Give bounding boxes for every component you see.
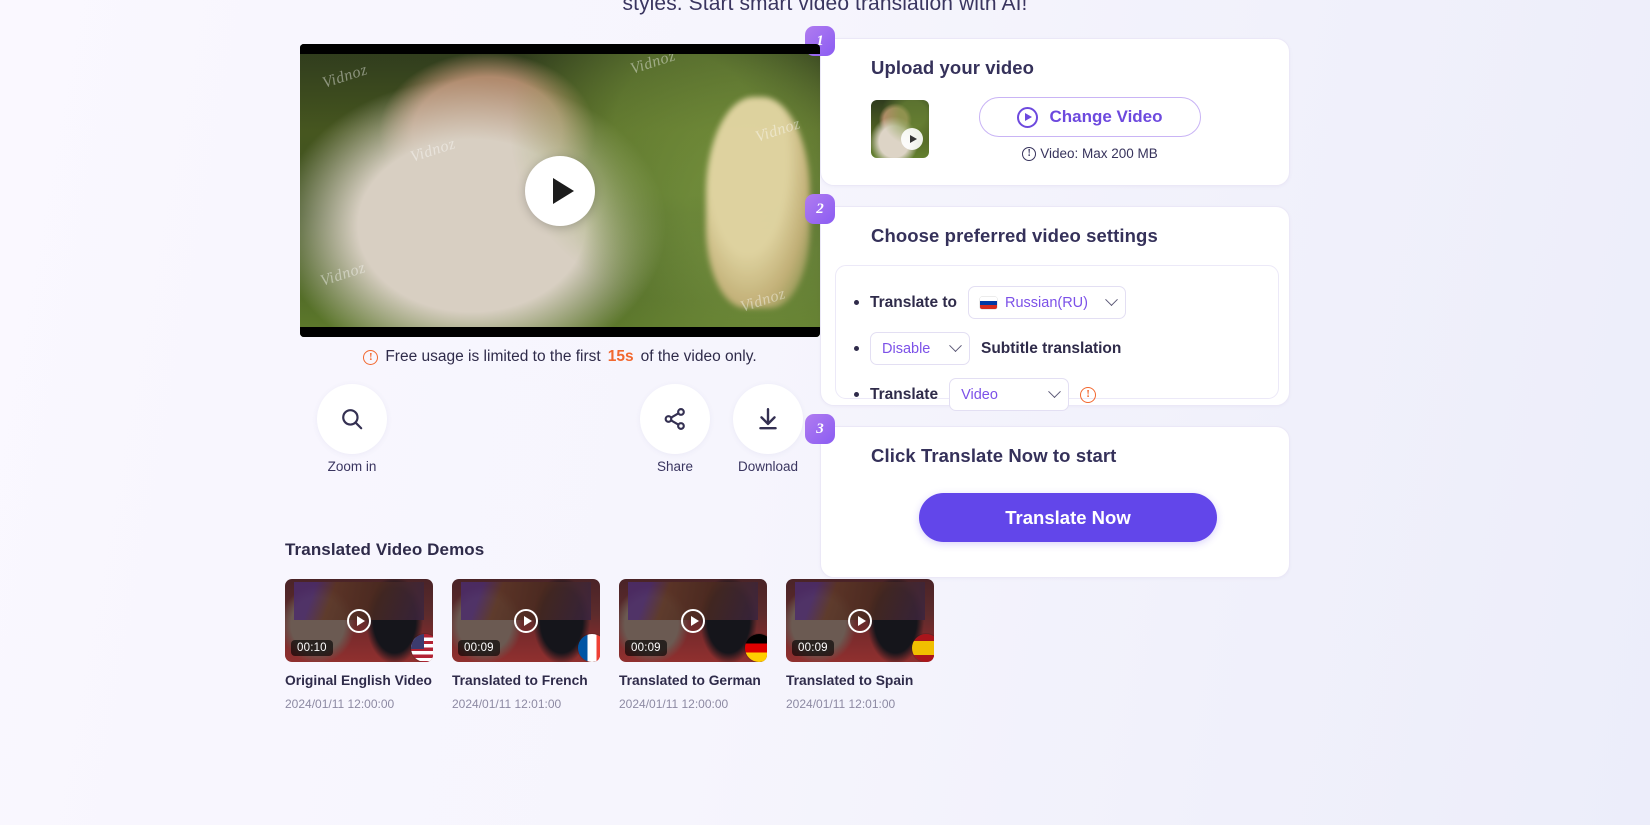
change-video-button[interactable]: Change Video bbox=[979, 97, 1201, 137]
change-video-column: Change Video ! Video: Max 200 MB bbox=[951, 97, 1265, 161]
play-icon[interactable] bbox=[681, 608, 705, 633]
zoom-in-button[interactable]: Zoom in bbox=[314, 384, 390, 474]
share-icon bbox=[640, 384, 710, 454]
translate-mode-row: Translate Video ! bbox=[854, 378, 1278, 411]
share-label: Share bbox=[656, 459, 694, 474]
limit-duration: 15s bbox=[607, 348, 634, 365]
demo-thumbnail[interactable]: 00:09 bbox=[619, 579, 767, 662]
translate-mode-select[interactable]: Video bbox=[949, 378, 1070, 411]
magnifier-icon bbox=[317, 384, 387, 454]
demo-thumbnail[interactable]: 00:09 bbox=[786, 579, 934, 662]
limit-suffix: of the video only. bbox=[640, 348, 757, 365]
demo-duration: 00:09 bbox=[792, 640, 834, 656]
demo-thumbnail[interactable]: 00:10 bbox=[285, 579, 433, 662]
step-2-badge: 2 bbox=[805, 194, 835, 224]
flag-icon-fr bbox=[578, 634, 600, 662]
demo-title: Translated to German bbox=[619, 673, 761, 688]
play-icon[interactable] bbox=[525, 155, 595, 226]
chevron-down-icon bbox=[949, 339, 962, 353]
subtitle-row: Disable Subtitle translation bbox=[854, 332, 1278, 365]
demo-duration: 00:09 bbox=[458, 640, 500, 656]
info-icon[interactable]: ! bbox=[1080, 386, 1097, 403]
info-icon: ! bbox=[363, 349, 379, 365]
play-icon bbox=[1017, 106, 1039, 128]
bullet-icon bbox=[854, 346, 859, 351]
translate-to-row: Translate to Russian(RU) bbox=[854, 286, 1278, 319]
flag-icon-de bbox=[745, 634, 767, 662]
demo-date: 2024/01/11 12:01:00 bbox=[786, 697, 896, 711]
page-root: styles. Start smart video translation wi… bbox=[0, 0, 1650, 825]
step-3-badge: 3 bbox=[805, 414, 835, 444]
step-3-card: 3 Click Translate Now to start Translate… bbox=[805, 414, 1290, 578]
demo-date: 2024/01/11 12:00:00 bbox=[619, 697, 729, 711]
video-actions: Zoom in Share Download bbox=[300, 384, 820, 474]
download-label: Download bbox=[737, 459, 799, 474]
change-video-label: Change Video bbox=[1049, 107, 1163, 126]
step-2-card: 2 Choose preferred video settings Transl… bbox=[805, 194, 1290, 411]
upload-row: Change Video ! Video: Max 200 MB bbox=[871, 97, 1265, 161]
free-usage-notice: ! Free usage is limited to the first 15s… bbox=[300, 348, 820, 366]
subtitle-select[interactable]: Disable bbox=[870, 332, 970, 365]
uploaded-video-thumbnail[interactable] bbox=[871, 100, 929, 158]
list-item[interactable]: 00:10 Original English Video 2024/01/11 … bbox=[285, 579, 433, 711]
demo-date: 2024/01/11 12:00:00 bbox=[285, 697, 395, 711]
max-size-note: ! Video: Max 200 MB bbox=[979, 146, 1201, 161]
play-triangle bbox=[552, 177, 574, 204]
translate-label: Translate bbox=[870, 385, 939, 403]
video-player[interactable]: Vidnoz Vidnoz Vidnoz Vidnoz Vidnoz Vidno… bbox=[300, 44, 820, 337]
translate-now-button[interactable]: Translate Now bbox=[919, 493, 1217, 542]
language-select[interactable]: Russian(RU) bbox=[968, 286, 1126, 319]
chevron-down-icon bbox=[1105, 293, 1118, 307]
step-2-title: Choose preferred video settings bbox=[871, 225, 1158, 246]
demo-title: Translated to French bbox=[452, 673, 588, 688]
video-preview-column: Vidnoz Vidnoz Vidnoz Vidnoz Vidnoz Vidno… bbox=[300, 44, 820, 474]
demo-duration: 00:09 bbox=[625, 640, 667, 656]
translate-to-label: Translate to bbox=[870, 293, 957, 311]
hero-tagline: styles. Start smart video translation wi… bbox=[622, 0, 1028, 15]
chevron-down-icon bbox=[1048, 385, 1061, 399]
bullet-icon bbox=[854, 392, 859, 397]
language-value: Russian(RU) bbox=[1005, 294, 1088, 311]
translate-mode-value: Video bbox=[961, 386, 998, 403]
demo-duration: 00:10 bbox=[291, 640, 333, 656]
bullet-icon bbox=[854, 300, 859, 305]
step-1-card: 1 Upload your video Change Video ! Video… bbox=[805, 26, 1290, 186]
demo-title: Original English Video bbox=[285, 673, 432, 688]
share-button[interactable]: Share bbox=[637, 384, 713, 474]
zoom-in-label: Zoom in bbox=[327, 459, 377, 474]
list-item[interactable]: 00:09 Translated to German 2024/01/11 12… bbox=[619, 579, 767, 711]
demo-date: 2024/01/11 12:01:00 bbox=[452, 697, 562, 711]
max-size-text: Video: Max 200 MB bbox=[1040, 146, 1158, 161]
download-button[interactable]: Download bbox=[730, 384, 806, 474]
play-icon[interactable] bbox=[848, 608, 872, 633]
demos-list: 00:10 Original English Video 2024/01/11 … bbox=[285, 579, 965, 711]
workflow-panel: 1 Upload your video Change Video ! Video… bbox=[805, 26, 1290, 578]
demo-title: Translated to Spain bbox=[786, 673, 914, 688]
play-icon bbox=[901, 127, 924, 150]
list-item[interactable]: 00:09 Translated to Spain 2024/01/11 12:… bbox=[786, 579, 934, 711]
flag-icon-us bbox=[411, 634, 433, 662]
play-icon[interactable] bbox=[347, 608, 371, 633]
play-icon[interactable] bbox=[514, 608, 538, 633]
info-icon: ! bbox=[1022, 146, 1037, 161]
video-settings-box: Translate to Russian(RU) Disable Subtitl… bbox=[835, 265, 1279, 411]
limit-prefix: Free usage is limited to the first bbox=[385, 348, 601, 365]
step-3-title: Click Translate Now to start bbox=[871, 445, 1117, 466]
letterbox-top bbox=[300, 44, 820, 54]
subtitle-value: Disable bbox=[882, 340, 931, 357]
flag-icon-es bbox=[912, 634, 934, 662]
letterbox-bottom bbox=[300, 327, 820, 337]
step-1-title: Upload your video bbox=[871, 57, 1035, 78]
list-item[interactable]: 00:09 Translated to French 2024/01/11 12… bbox=[452, 579, 600, 711]
subtitle-label: Subtitle translation bbox=[981, 339, 1122, 357]
flag-icon-ru bbox=[980, 296, 997, 309]
demo-thumbnail[interactable]: 00:09 bbox=[452, 579, 600, 662]
download-icon bbox=[733, 384, 803, 454]
